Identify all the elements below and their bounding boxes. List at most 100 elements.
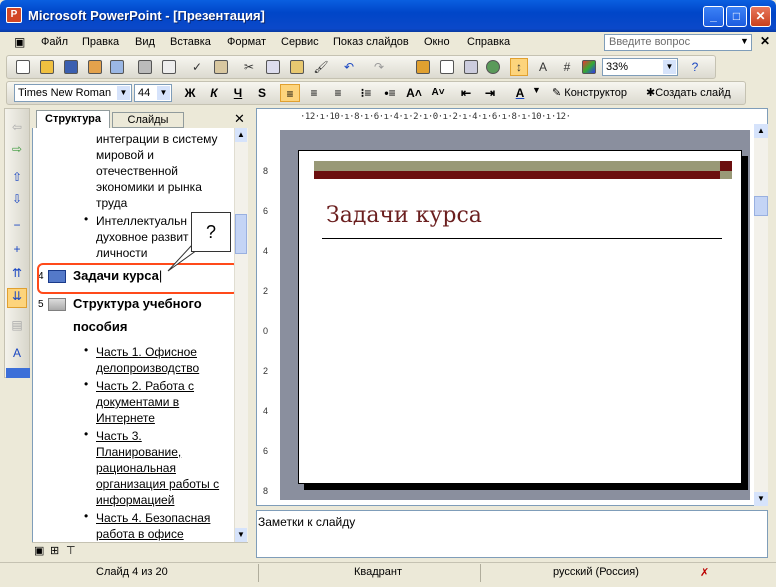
scroll-thumb[interactable] — [754, 196, 768, 216]
outline-text[interactable]: духовное развит — [96, 229, 189, 245]
new-slide-button[interactable]: ✱Создать слайд — [646, 86, 731, 99]
slide-canvas[interactable] — [298, 150, 742, 484]
decrease-indent-icon[interactable]: ⇤ — [456, 84, 476, 102]
menu-format[interactable]: Формат — [227, 36, 266, 48]
outline-text[interactable]: отечественной — [96, 163, 178, 179]
menu-view[interactable]: Вид — [135, 36, 155, 48]
slide-sorter-icon[interactable]: ⊞ — [50, 544, 59, 557]
italic-button[interactable]: К — [204, 84, 224, 102]
format-painter-icon[interactable]: 🖌 — [312, 58, 330, 76]
outline-link[interactable]: Часть 4. Безопасная — [96, 510, 210, 526]
expand-all-icon[interactable]: ↕ — [510, 58, 528, 76]
menu-help[interactable]: Справка — [467, 36, 510, 48]
doc-close-button[interactable]: ✕ — [760, 34, 770, 48]
move-up-icon[interactable]: ⇧ — [9, 170, 25, 186]
powerpoint-icon[interactable]: P — [6, 7, 22, 23]
outline-link[interactable]: Часть 2. Работа с — [96, 378, 194, 394]
scroll-up-icon[interactable]: ▲ — [754, 124, 768, 138]
menu-insert[interactable]: Вставка — [170, 36, 211, 48]
open-icon[interactable] — [38, 58, 56, 76]
scroll-thumb[interactable] — [235, 214, 247, 254]
scroll-down-icon[interactable]: ▼ — [754, 492, 768, 506]
doc-icon[interactable]: ▣ — [14, 35, 25, 49]
outline-link[interactable]: работа в офисе — [96, 526, 184, 542]
permission-icon[interactable] — [86, 58, 104, 76]
help-search-input[interactable]: Введите вопрос — [604, 34, 752, 51]
outline-text[interactable]: интеграции в систему — [96, 131, 218, 147]
undo-icon[interactable]: ↶ — [340, 58, 358, 76]
chevron-down-icon[interactable]: ▼ — [532, 85, 541, 95]
slide-title-outline[interactable]: Структура учебного — [73, 296, 202, 311]
email-icon[interactable] — [108, 58, 126, 76]
scroll-up-icon[interactable]: ▲ — [235, 128, 247, 142]
expand-icon[interactable]: + — [9, 242, 25, 258]
summary-slide-icon[interactable]: ▤ — [9, 318, 25, 334]
new-icon[interactable] — [14, 58, 32, 76]
scroll-down-icon[interactable]: ▼ — [235, 528, 247, 542]
menu-slideshow[interactable]: Показ слайдов — [333, 36, 409, 48]
tables-borders-icon[interactable] — [462, 58, 480, 76]
demote-icon[interactable]: ⇨ — [9, 142, 25, 158]
align-right-icon[interactable]: ≡ — [328, 84, 348, 102]
slide-title[interactable]: Задачи курса — [326, 203, 482, 228]
normal-view-icon[interactable]: ▣ — [34, 544, 44, 557]
print-icon[interactable] — [136, 58, 154, 76]
move-down-icon[interactable]: ⇩ — [9, 192, 25, 208]
increase-indent-icon[interactable]: ⇥ — [480, 84, 500, 102]
outline-link[interactable]: организация работы с — [96, 476, 219, 492]
outline-link[interactable]: рациональная — [96, 460, 176, 476]
menu-file[interactable]: Файл — [41, 36, 68, 48]
expand-all-icon[interactable]: ⇊ — [7, 288, 27, 308]
spelling-status-icon[interactable]: ✗ — [700, 566, 709, 579]
promote-icon[interactable]: ⇦ — [9, 120, 25, 136]
notes-placeholder[interactable]: Заметки к слайду — [258, 515, 355, 529]
maximize-button[interactable]: □ — [726, 6, 747, 27]
outline-link[interactable]: делопроизводство — [96, 360, 199, 376]
menu-tools[interactable]: Сервис — [281, 36, 319, 48]
copy-icon[interactable] — [264, 58, 282, 76]
clipart-icon[interactable] — [484, 58, 502, 76]
paste-icon[interactable] — [288, 58, 306, 76]
underline-button[interactable]: Ч — [228, 84, 248, 102]
help-icon[interactable]: ? — [686, 58, 704, 76]
spelling-icon[interactable]: ✓ — [188, 58, 206, 76]
tab-slides[interactable]: Слайды — [112, 112, 184, 128]
slideshow-icon[interactable]: ⊤ — [66, 544, 76, 557]
outline-text[interactable]: Интеллектуальн — [96, 213, 187, 229]
chevron-down-icon[interactable]: ▼ — [740, 36, 749, 46]
zoom-select[interactable]: 33% ▼ — [602, 58, 678, 76]
chart-icon[interactable] — [414, 58, 432, 76]
cut-icon[interactable]: ✂ — [240, 58, 258, 76]
table-icon[interactable] — [438, 58, 456, 76]
outline-link[interactable]: Интернете — [96, 410, 155, 426]
align-left-icon[interactable]: ≡ — [280, 84, 300, 102]
outline-link[interactable]: информацией — [96, 492, 174, 508]
bold-button[interactable]: Ж — [180, 84, 200, 102]
slide-thumbnail-icon[interactable] — [48, 298, 66, 311]
color-grayscale-icon[interactable] — [580, 58, 598, 76]
outline-link[interactable]: Планирование, — [96, 444, 181, 460]
font-size-select[interactable]: 44 ▼ — [134, 84, 172, 102]
numbering-icon[interactable]: ⁝≡ — [356, 84, 376, 102]
research-icon[interactable] — [212, 58, 230, 76]
slide-scrollbar[interactable] — [754, 124, 768, 506]
toolbar-options[interactable] — [6, 368, 30, 378]
outline-link[interactable]: Часть 1. Офисное — [96, 344, 197, 360]
collapse-all-icon[interactable]: ⇈ — [9, 266, 25, 282]
font-name-select[interactable]: Times New Roman ▼ — [14, 84, 132, 102]
outline-text[interactable]: мировой и — [96, 147, 154, 163]
preview-icon[interactable] — [160, 58, 178, 76]
tab-outline[interactable]: Структура — [36, 110, 110, 128]
shadow-button[interactable]: S — [252, 84, 272, 102]
outline-scrollbar[interactable] — [234, 128, 248, 542]
outline-link[interactable]: Часть 3. — [96, 428, 142, 444]
outline-text[interactable]: труда — [96, 195, 127, 211]
slide-title-outline[interactable]: пособия — [73, 319, 127, 334]
collapse-icon[interactable]: − — [9, 218, 25, 234]
save-icon[interactable] — [62, 58, 80, 76]
decrease-font-icon[interactable]: A˅ — [428, 84, 448, 102]
menu-window[interactable]: Окно — [424, 36, 450, 48]
outline-text[interactable]: личности — [96, 245, 147, 261]
bullets-icon[interactable]: •≡ — [380, 84, 400, 102]
align-center-icon[interactable]: ≡ — [304, 84, 324, 102]
